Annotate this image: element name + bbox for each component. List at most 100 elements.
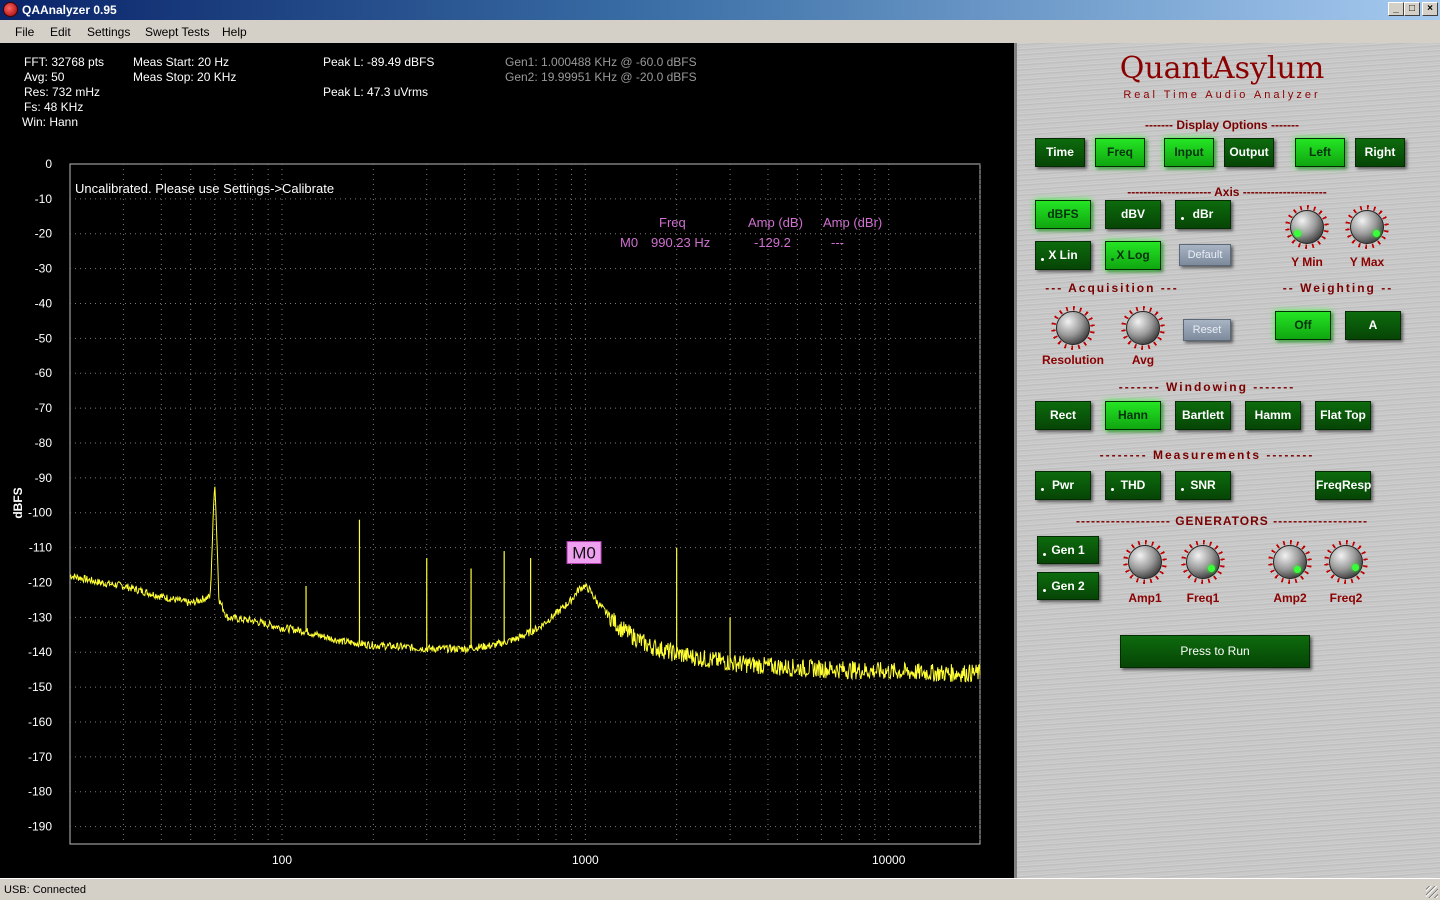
pwr-label: Pwr <box>1051 478 1074 492</box>
hamm-button[interactable]: Hamm <box>1245 401 1301 430</box>
weighting-off-button[interactable]: Off <box>1275 311 1331 340</box>
weighting-heading: -- Weighting -- <box>1282 281 1394 295</box>
menu-help[interactable]: Help <box>222 25 247 39</box>
minimize-button[interactable]: _ <box>1388 2 1404 16</box>
close-button[interactable]: × <box>1422 2 1438 16</box>
y-tick-label: -80 <box>35 436 53 450</box>
status-bar: USB: Connected <box>0 878 1440 900</box>
window-title: QAAnalyzer 0.95 <box>22 3 117 17</box>
dbfs-button[interactable]: dBFS <box>1035 200 1091 229</box>
freq2-knob[interactable] <box>1324 540 1368 584</box>
y-tick-label: -150 <box>28 680 52 694</box>
title-bar: QAAnalyzer 0.95 _ □ × <box>0 0 1440 20</box>
gen2-indicator <box>1043 589 1046 592</box>
gen1-label: Gen 1 <box>1051 543 1085 557</box>
bartlett-button[interactable]: Bartlett <box>1175 401 1231 430</box>
freq1-knob[interactable] <box>1181 540 1225 584</box>
maximize-button[interactable]: □ <box>1404 2 1420 16</box>
gen1-button[interactable]: Gen 1 <box>1037 536 1099 564</box>
hann-button[interactable]: Hann <box>1105 401 1161 430</box>
weighting-a-button[interactable]: A <box>1345 311 1401 340</box>
reset-button[interactable]: Reset <box>1183 319 1231 341</box>
x-log-button[interactable]: X Log <box>1105 241 1161 270</box>
x-tick-label: 1000 <box>572 853 599 867</box>
x-lin-label: X Lin <box>1048 248 1078 262</box>
input-button[interactable]: Input <box>1164 138 1214 167</box>
default-button[interactable]: Default <box>1179 244 1231 266</box>
snr-label: SNR <box>1190 478 1216 492</box>
freqresp-button[interactable]: FreqResp <box>1315 471 1371 500</box>
marker-header-amp-dbr: Amp (dBr) <box>823 215 882 230</box>
menu-bar: File Edit Settings Swept Tests Help <box>0 20 1440 43</box>
dbv-button[interactable]: dBV <box>1105 200 1161 229</box>
y-tick-label: -90 <box>35 471 53 485</box>
y-tick-label: -120 <box>28 575 52 589</box>
output-button[interactable]: Output <box>1224 138 1274 167</box>
resolution-knob[interactable] <box>1051 306 1095 350</box>
marker-row-freq: 990.23 Hz <box>651 235 710 250</box>
plot-area <box>69 163 981 845</box>
y-tick-label: -30 <box>35 262 53 276</box>
time-button[interactable]: Time <box>1035 138 1085 167</box>
thd-indicator <box>1111 488 1114 491</box>
left-button[interactable]: Left <box>1295 138 1345 167</box>
spectrum-chart[interactable]: 0 -10 -20 -30 -40 -50 -60 -70 -80 -90 -100 -110 -120… <box>0 43 1014 878</box>
y-min-knob[interactable] <box>1285 205 1329 249</box>
thd-button[interactable]: THD <box>1105 471 1161 500</box>
x-tick-label: 10000 <box>872 853 906 867</box>
y-tick-label: -10 <box>35 192 53 206</box>
flat-top-button[interactable]: Flat Top <box>1315 401 1371 430</box>
freq2-knob-indicator <box>1352 564 1359 571</box>
y-tick-label: -140 <box>28 645 52 659</box>
y-max-knob[interactable] <box>1345 205 1389 249</box>
menu-swept-tests[interactable]: Swept Tests <box>145 25 209 39</box>
y-tick-label: -180 <box>28 785 52 799</box>
press-to-run-button[interactable]: Press to Run <box>1120 635 1310 668</box>
menu-file[interactable]: File <box>15 25 34 39</box>
avg-label: Avg <box>1131 353 1155 367</box>
freq2-label: Freq2 <box>1329 591 1363 605</box>
freq-button[interactable]: Freq <box>1095 138 1145 167</box>
plot-pane: FFT: 32768 pts Avg: 50 Res: 732 mHz Fs: … <box>0 43 1014 878</box>
amp2-knob[interactable] <box>1268 540 1312 584</box>
y-tick-label: -170 <box>28 750 52 764</box>
marker-header-amp-db: Amp (dB) <box>748 215 803 230</box>
dbr-button[interactable]: dBr <box>1175 200 1231 229</box>
y-tick-label: -160 <box>28 715 52 729</box>
menu-edit[interactable]: Edit <box>50 25 71 39</box>
rect-button[interactable]: Rect <box>1035 401 1091 430</box>
gen2-button[interactable]: Gen 2 <box>1037 572 1099 600</box>
marker-header-freq: Freq <box>659 215 686 230</box>
y-tick-label: -60 <box>35 366 53 380</box>
x-log-label: X Log <box>1116 248 1150 262</box>
control-panel: QuantAsylum Real Time Audio Analyzer ---… <box>1014 43 1440 878</box>
snr-indicator <box>1181 488 1184 491</box>
status-text: USB: Connected <box>4 884 86 896</box>
resolution-label: Resolution <box>1042 353 1104 367</box>
x-log-indicator <box>1111 258 1114 261</box>
axis-heading: --------------------- Axis -------------… <box>1127 185 1327 199</box>
x-lin-indicator <box>1041 258 1044 261</box>
resize-grip-icon[interactable] <box>1426 886 1438 898</box>
measurements-heading: -------- Measurements -------- <box>1099 448 1315 462</box>
y-tick-label: 0 <box>45 157 52 171</box>
y-max-knob-indicator <box>1373 230 1380 237</box>
display-options-heading: ------- Display Options ------- <box>1145 118 1299 132</box>
y-tick-label: -130 <box>28 610 52 624</box>
dbr-indicator <box>1181 217 1184 220</box>
avg-knob[interactable] <box>1121 306 1165 350</box>
pwr-button[interactable]: Pwr <box>1035 471 1091 500</box>
freq1-label: Freq1 <box>1186 591 1220 605</box>
snr-button[interactable]: SNR <box>1175 471 1231 500</box>
amp2-knob-indicator <box>1294 566 1301 573</box>
right-button[interactable]: Right <box>1355 138 1405 167</box>
marker-row-amp-dbr: --- <box>831 235 844 250</box>
amp1-knob[interactable] <box>1123 540 1167 584</box>
y-tick-label: -50 <box>35 331 53 345</box>
marker-label: M0 <box>572 544 596 563</box>
x-lin-button[interactable]: X Lin <box>1035 241 1091 270</box>
freq1-knob-indicator <box>1208 565 1215 572</box>
y-max-label: Y Max <box>1349 255 1385 269</box>
thd-label: THD <box>1120 478 1146 492</box>
menu-settings[interactable]: Settings <box>87 25 130 39</box>
